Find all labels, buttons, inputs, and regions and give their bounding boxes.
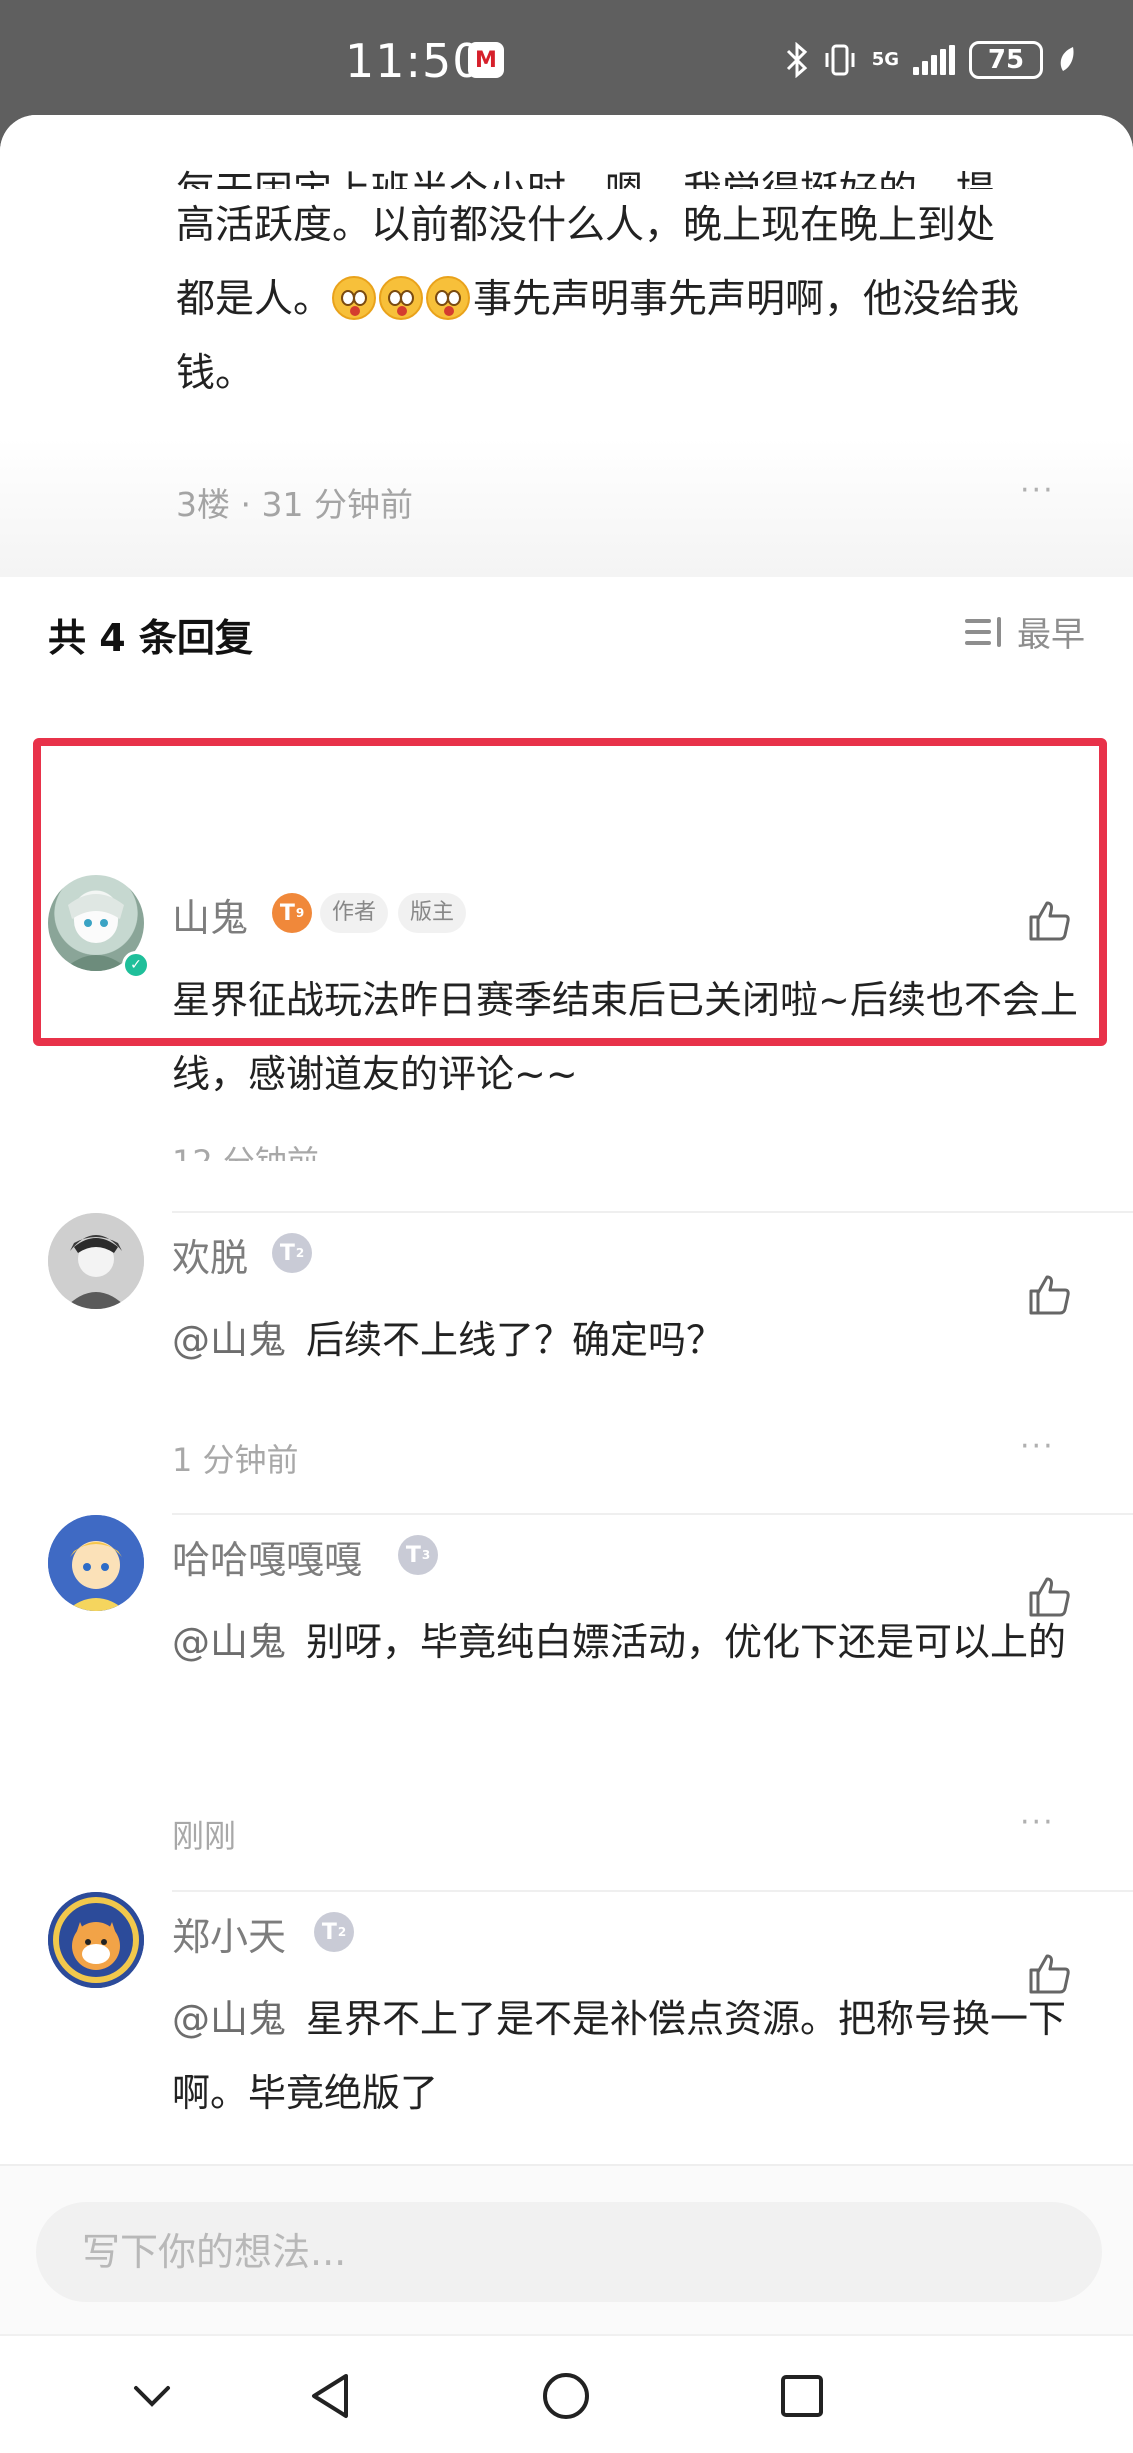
reply-username[interactable]: 郑小天 (172, 1906, 286, 1961)
reply-item: ✓ 山鬼 T9 作者 版主 星界征战玩法昨日赛季结束后已关闭啦~后续也不会上线，… (0, 753, 1133, 1213)
main-post-line-cut: 每天固定上班半个小时。嗯，我觉得挺好的，提 (176, 155, 1086, 189)
reply-text: 星界不上了是不是补偿点资源。把称号换一下啊。毕竟绝版了 (172, 1997, 1067, 2115)
main-post: 每天固定上班半个小时。嗯，我觉得挺好的，提 高活跃度。以前都没什么人，晚上现在晚… (0, 115, 1133, 577)
reply-body: @山鬼 别呀，毕竟纯白嫖活动，优化下还是可以上的 (172, 1605, 1082, 1679)
main-post-line-4: 钱。 (176, 351, 255, 396)
sort-label: 最早 (1017, 615, 1085, 655)
level-letter: T (405, 1542, 421, 1568)
replies-header: 共 4 条回复 最早 (0, 577, 1133, 687)
system-nav-bar (0, 2334, 1133, 2453)
reply-body: @山鬼 后续不上线了？确定吗？ (172, 1303, 1082, 1377)
level-letter: T (321, 1919, 337, 1945)
battery-level: 75 (987, 45, 1025, 75)
reply-body: @山鬼 星界不上了是不是补偿点资源。把称号换一下啊。毕竟绝版了 (172, 1982, 1082, 2130)
battery-icon: 75 (969, 41, 1043, 79)
status-icons: 5G 75 (786, 34, 1077, 86)
main-post-line-2: 高活跃度。以前都没什么人，晚上现在晚上到处 (176, 203, 996, 248)
screen: 11:50 M 5G 75 每天固定上班半个小时。嗯，我觉得挺好的，提 高活跃度… (0, 0, 1133, 2453)
author-tag: 作者 (320, 893, 389, 933)
avatar[interactable] (48, 1892, 144, 1988)
reply-mention[interactable]: @山鬼 (172, 1620, 286, 1664)
replies-sheet: 每天固定上班半个小时。嗯，我觉得挺好的，提 高活跃度。以前都没什么人，晚上现在晚… (0, 115, 1133, 2453)
reply-time: 12 分钟前 (172, 1137, 319, 1161)
nav-recents-button[interactable] (772, 2366, 832, 2426)
reply-time: 1 分钟前 (172, 1441, 299, 1479)
more-icon[interactable]: ··· (1020, 1805, 1055, 1840)
nav-back-button[interactable] (300, 2366, 360, 2426)
nav-home-button[interactable] (536, 2366, 596, 2426)
reply-username[interactable]: 欢脱 (172, 1227, 248, 1282)
reply-item: 欢脱 T2 @山鬼 后续不上线了？确定吗？ 1 分钟前 ··· (0, 1213, 1133, 1515)
level-badge-icon: T3 (398, 1535, 438, 1575)
level-letter: T (279, 900, 295, 926)
more-icon[interactable]: ··· (1020, 473, 1055, 508)
main-post-line-3-prefix: 都是人。 (176, 277, 333, 322)
comment-input-box (36, 2202, 1102, 2302)
status-time: 11:50 (345, 34, 483, 88)
app-notification-icon: M (468, 42, 504, 78)
level-number: 2 (337, 1925, 347, 1939)
comment-input-bar (0, 2164, 1133, 2334)
level-number: 3 (421, 1548, 431, 1562)
shocked-emoji-icon (379, 276, 424, 320)
moderator-tag: 版主 (398, 893, 467, 933)
level-badge-icon: T9 (272, 893, 312, 933)
main-post-floor: 3楼 (176, 485, 230, 524)
more-icon[interactable]: ··· (1020, 1429, 1055, 1464)
nav-down-button[interactable] (122, 2366, 182, 2426)
comment-input[interactable] (36, 2202, 1102, 2302)
reply-text: 后续不上线了？确定吗？ (306, 1318, 725, 1362)
shocked-emoji-icon (426, 276, 471, 320)
nav-back-icon (312, 2374, 348, 2418)
main-post-line-3: 都是人。 事先声明事先声明啊，他没给我 (176, 263, 1086, 337)
replies-count-title: 共 4 条回复 (48, 616, 253, 660)
vibrate-icon (825, 44, 855, 76)
main-post-time: 31 分钟前 (261, 485, 413, 524)
bluetooth-icon (786, 42, 807, 78)
sort-button[interactable]: 最早 (965, 607, 1085, 656)
level-letter: T (279, 1240, 295, 1266)
level-badge-icon: T2 (314, 1912, 354, 1952)
reply-username[interactable]: 哈哈嘎嘎嘎 (172, 1529, 362, 1584)
reply-time: 刚刚 (172, 1817, 237, 1855)
app-notification-glyph: M (475, 47, 497, 73)
network-type: 5G (871, 49, 899, 70)
reply-username[interactable]: 山鬼 (172, 887, 248, 942)
main-post-line-3-suffix: 事先声明事先声明啊，他没给我 (473, 277, 1020, 322)
nav-recents-icon (781, 2375, 823, 2417)
sort-icon (965, 615, 1005, 649)
reply-text: 别呀，毕竟纯白嫖活动，优化下还是可以上的 (306, 1620, 1067, 1664)
main-post-meta: 3楼 · 31 分钟前 (176, 478, 413, 526)
verified-badge-icon: ✓ (122, 951, 150, 979)
nav-home-icon (543, 2373, 589, 2419)
status-bar: 11:50 M 5G 75 (0, 0, 1133, 118)
signal-icon (913, 45, 955, 75)
leaf-icon (1060, 47, 1074, 71)
avatar[interactable] (48, 1213, 144, 1309)
level-badge-icon: T2 (272, 1233, 312, 1273)
thumbs-up-icon[interactable] (1025, 897, 1073, 945)
level-number: 9 (295, 906, 305, 920)
main-post-sep: · (230, 485, 262, 524)
reply-text: 星界征战玩法昨日赛季结束后已关闭啦~后续也不会上线，感谢道友的评论~~ (172, 978, 1078, 1096)
nav-down-icon (134, 2386, 170, 2407)
reply-item: 哈哈嘎嘎嘎 T3 @山鬼 别呀，毕竟纯白嫖活动，优化下还是可以上的 刚刚 ··· (0, 1515, 1133, 1892)
reply-mention[interactable]: @山鬼 (172, 1997, 286, 2041)
level-number: 2 (295, 1246, 305, 1260)
avatar[interactable] (48, 1515, 144, 1611)
main-post-text: 每天固定上班半个小时。嗯，我觉得挺好的，提 高活跃度。以前都没什么人，晚上现在晚… (176, 155, 1086, 411)
reply-mention[interactable]: @山鬼 (172, 1318, 286, 1362)
shocked-emoji-icon (332, 276, 377, 320)
